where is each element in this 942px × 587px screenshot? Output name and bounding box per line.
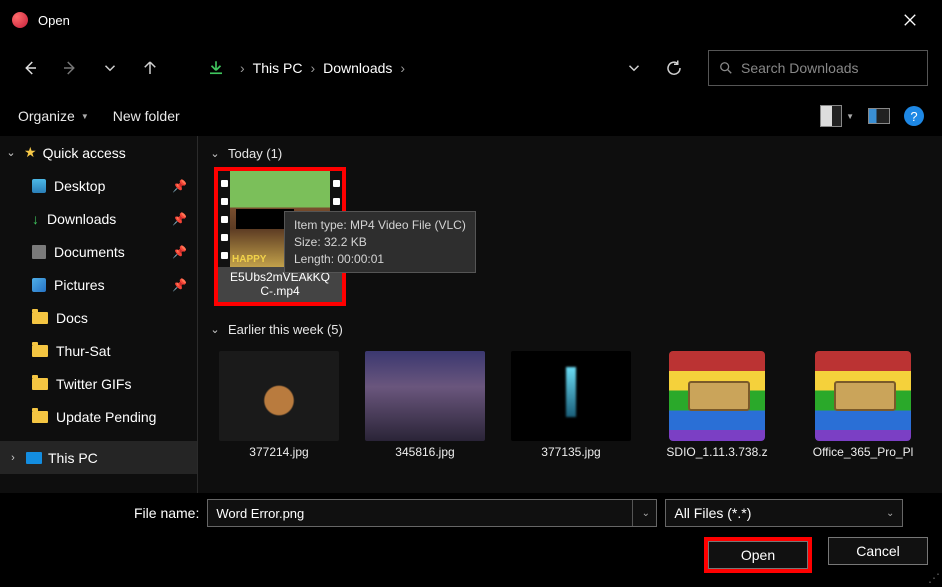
folder-icon xyxy=(32,378,48,390)
pin-icon: 📌 xyxy=(172,245,187,259)
sidebar-quick-access[interactable]: ⌄ ★ Quick access xyxy=(0,136,197,169)
file-thumbnail xyxy=(511,351,631,441)
view-large-icon xyxy=(820,105,842,127)
up-button[interactable] xyxy=(134,52,166,84)
file-item[interactable]: Office_365_Pro_Pl xyxy=(798,351,928,459)
breadcrumb-this-pc[interactable]: This PC xyxy=(247,56,309,80)
downloads-icon xyxy=(200,52,232,84)
sidebar-item-update-pending[interactable]: Update Pending xyxy=(0,400,197,433)
file-row: 377214.jpg 345816.jpg 377135.jpg SDIO_1.… xyxy=(208,343,932,459)
open-button[interactable]: Open xyxy=(708,541,808,569)
filename-dropdown[interactable]: ⌄ xyxy=(632,500,656,526)
search-icon xyxy=(719,61,733,75)
recent-dropdown[interactable] xyxy=(94,52,126,84)
sidebar-item-docs[interactable]: Docs xyxy=(0,301,197,334)
view-mode-button[interactable]: ▼ xyxy=(820,105,854,127)
filename-label: File name: xyxy=(134,505,199,521)
window-title: Open xyxy=(38,13,890,28)
filename-combo[interactable]: ⌄ xyxy=(207,499,657,527)
file-list[interactable]: ⌄Today (1) HAPPY E5Ubs2mVEAkKQC-.mp4 ⌄Ea… xyxy=(198,136,942,493)
file-item[interactable]: 377135.jpg xyxy=(506,351,636,459)
forward-button[interactable] xyxy=(54,52,86,84)
refresh-button[interactable] xyxy=(658,52,690,84)
sidebar-item-twitter-gifs[interactable]: Twitter GIFs xyxy=(0,367,197,400)
organize-button[interactable]: Organize▼ xyxy=(18,108,89,124)
sidebar-item-desktop[interactable]: Desktop📌 xyxy=(0,169,197,202)
pin-icon: 📌 xyxy=(172,179,187,193)
archive-icon xyxy=(815,351,911,441)
search-placeholder: Search Downloads xyxy=(741,60,859,76)
desktop-icon xyxy=(32,179,46,193)
group-today[interactable]: ⌄Today (1) xyxy=(208,140,932,167)
folder-icon xyxy=(32,345,48,357)
chevron-right-icon: › xyxy=(6,452,20,464)
chevron-right-icon: › xyxy=(240,60,245,76)
dialog-footer: File name: ⌄ All Files (*.*)⌄ Open Cance… xyxy=(0,491,942,587)
close-icon xyxy=(903,13,917,27)
preview-pane-button[interactable] xyxy=(868,108,890,124)
file-thumbnail xyxy=(219,351,339,441)
opera-logo-icon xyxy=(12,12,28,28)
help-button[interactable]: ? xyxy=(904,106,924,126)
folder-icon xyxy=(32,411,48,423)
breadcrumb-downloads[interactable]: Downloads xyxy=(317,56,398,80)
chevron-right-icon: › xyxy=(310,60,315,76)
new-folder-button[interactable]: New folder xyxy=(113,108,180,124)
sidebar: ⌄ ★ Quick access Desktop📌 ↓Downloads📌 Do… xyxy=(0,136,198,493)
chevron-down-icon: ⌄ xyxy=(4,146,18,159)
group-earlier[interactable]: ⌄Earlier this week (5) xyxy=(208,316,932,343)
sidebar-this-pc[interactable]: › This PC xyxy=(0,441,197,474)
file-thumbnail xyxy=(365,351,485,441)
document-icon xyxy=(32,245,46,259)
chevron-down-icon: ⌄ xyxy=(208,323,222,336)
resize-grip[interactable]: ⋰ xyxy=(928,571,940,585)
file-tooltip: Item type: MP4 Video File (VLC) Size: 32… xyxy=(284,211,476,273)
file-item[interactable]: SDIO_1.11.3.738.z xyxy=(652,351,782,459)
sidebar-item-documents[interactable]: Documents📌 xyxy=(0,235,197,268)
sidebar-item-pictures[interactable]: Pictures📌 xyxy=(0,268,197,301)
chevron-right-icon: › xyxy=(400,60,405,76)
search-input[interactable]: Search Downloads xyxy=(708,50,928,86)
titlebar: Open xyxy=(0,0,942,40)
file-item[interactable]: 345816.jpg xyxy=(360,351,490,459)
filename-input[interactable] xyxy=(208,500,632,526)
close-button[interactable] xyxy=(890,0,930,40)
folder-icon xyxy=(32,312,48,324)
cancel-button[interactable]: Cancel xyxy=(828,537,928,565)
archive-icon xyxy=(669,351,765,441)
nav-toolbar: › This PC › Downloads › Search Downloads xyxy=(0,40,942,96)
main-area: ⌄ ★ Quick access Desktop📌 ↓Downloads📌 Do… xyxy=(0,136,942,493)
options-toolbar: Organize▼ New folder ▼ ? xyxy=(0,96,942,136)
pin-icon: 📌 xyxy=(172,278,187,292)
pictures-icon xyxy=(32,278,46,292)
pc-icon xyxy=(26,452,42,464)
file-item[interactable]: 377214.jpg xyxy=(214,351,344,459)
path-dropdown[interactable] xyxy=(618,52,650,84)
breadcrumb: › This PC › Downloads › xyxy=(240,56,610,80)
pin-icon: 📌 xyxy=(172,212,187,226)
chevron-down-icon: ⌄ xyxy=(208,147,222,160)
annotation-highlight: Open xyxy=(704,537,812,573)
back-button[interactable] xyxy=(14,52,46,84)
file-type-filter[interactable]: All Files (*.*)⌄ xyxy=(665,499,903,527)
star-icon: ★ xyxy=(24,144,37,161)
sidebar-item-thursat[interactable]: Thur-Sat xyxy=(0,334,197,367)
sidebar-item-downloads[interactable]: ↓Downloads📌 xyxy=(0,202,197,235)
download-icon: ↓ xyxy=(32,211,39,227)
